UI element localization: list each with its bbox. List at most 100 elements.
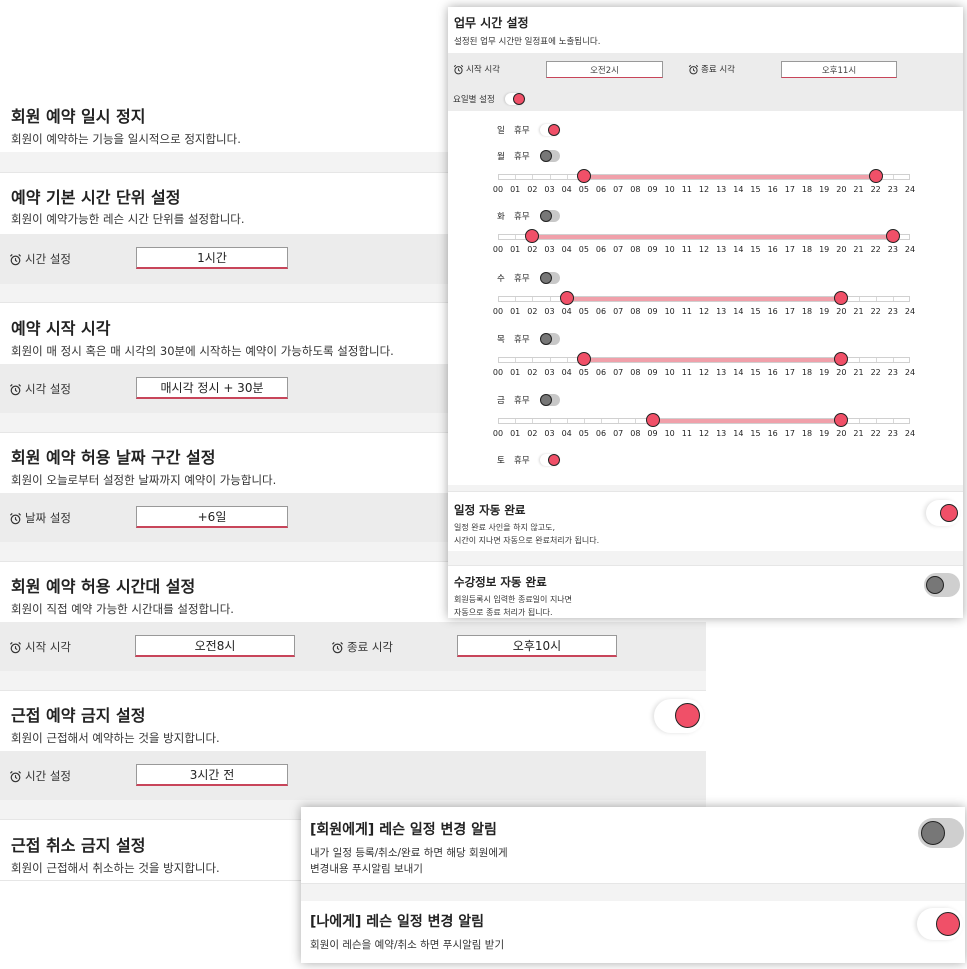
hour-slider-track[interactable]	[498, 418, 910, 424]
hour-tick-label: 13	[716, 429, 727, 438]
time-range-end-select[interactable]: 오후10시	[457, 635, 617, 657]
time-range-desc: 회원이 직접 예약 가능한 시간대를 설정합니다.	[11, 602, 234, 616]
hour-tick-label: 01	[510, 368, 521, 377]
toggle-knob	[540, 272, 552, 284]
hour-tick-label: 02	[527, 307, 538, 316]
slider-tick	[532, 419, 534, 423]
lesson-auto-complete-section: 수강정보 자동 완료 회원등록시 입력한 종료일이 지나면 자동으로 종료 처리…	[448, 565, 963, 618]
near-booking-select[interactable]: 3시간 전	[136, 764, 288, 786]
hour-tick-label: 22	[870, 185, 881, 194]
day-off-toggle[interactable]	[540, 124, 560, 136]
date-range-desc: 회원이 오늘로부터 설정한 날짜까지 예약이 가능합니다.	[11, 473, 277, 487]
slider-start-handle[interactable]	[576, 169, 591, 183]
alarm-clock-icon	[9, 641, 22, 653]
time-range-end-label-text: 종료 시각	[347, 640, 393, 654]
near-cancel-desc: 회원이 근접해서 취소하는 것을 방지합니다.	[11, 861, 220, 875]
slider-tick	[549, 419, 551, 423]
day-off-toggle[interactable]	[540, 272, 560, 284]
hour-tick-label: 06	[595, 368, 607, 377]
hour-tick-label: 18	[801, 307, 813, 316]
lesson-auto-complete-title: 수강정보 자동 완료	[454, 575, 547, 589]
alarm-clock-icon	[453, 64, 464, 74]
near-booking-label-text: 시간 설정	[25, 769, 71, 783]
slider-start-handle[interactable]	[525, 229, 540, 243]
hour-slider-track[interactable]	[498, 234, 910, 240]
date-range-select[interactable]: +6일	[136, 506, 288, 528]
hour-slider-track[interactable]	[498, 357, 910, 363]
hour-tick-label: 04	[561, 307, 572, 316]
per-day-toggle[interactable]	[505, 93, 525, 105]
hour-tick-label: 08	[630, 185, 641, 194]
hour-tick-label: 22	[870, 429, 881, 438]
hour-tick-label: 09	[647, 429, 658, 438]
auto-complete-toggle[interactable]	[926, 500, 960, 526]
work-end-select[interactable]: 오후11시	[781, 61, 897, 78]
hour-tick-label: 10	[664, 185, 675, 194]
work-hours-title: 업무 시간 설정	[454, 16, 529, 30]
hour-tick-label: 04	[561, 429, 572, 438]
start-select[interactable]: 매시각 정시 + 30분	[136, 377, 288, 399]
hour-tick-label: 13	[716, 307, 727, 316]
work-end-label: 종료 시각	[688, 63, 735, 75]
time-range-start-select[interactable]: 오전8시	[135, 635, 295, 657]
work-start-select[interactable]: 오전2시	[546, 61, 663, 78]
slider-end-handle[interactable]	[885, 229, 900, 243]
toggle-knob	[540, 333, 552, 345]
lesson-auto-complete-desc-2: 자동으로 종료 처리가 됩니다.	[454, 608, 553, 617]
notify-member-toggle[interactable]	[918, 818, 964, 848]
slider-tick	[892, 419, 894, 423]
slider-end-handle[interactable]	[834, 413, 849, 427]
hour-tick-label: 07	[613, 245, 624, 254]
slider-tick	[875, 358, 877, 362]
time-range-start-label: 시작 시각	[9, 639, 71, 655]
alarm-clock-icon	[9, 512, 22, 524]
day-off-toggle[interactable]	[540, 394, 560, 406]
unit-label: 시간 설정	[9, 251, 71, 267]
slider-end-handle[interactable]	[868, 169, 883, 183]
hour-tick-label: 16	[767, 245, 778, 254]
day-off-toggle[interactable]	[540, 210, 560, 222]
hour-tick-label: 01	[510, 185, 521, 194]
day-off-label: 휴무	[514, 396, 530, 406]
day-off-toggle[interactable]	[540, 150, 560, 162]
time-range-title: 회원 예약 허용 시간대 설정	[11, 577, 196, 596]
hour-tick-label: 10	[664, 368, 675, 377]
slider-end-handle[interactable]	[834, 352, 849, 366]
hour-tick-label: 01	[510, 245, 521, 254]
slider-tick	[601, 419, 602, 423]
hour-tick-label: 03	[544, 307, 555, 316]
unit-select[interactable]: 1시간	[136, 247, 288, 269]
slider-tick	[875, 297, 877, 301]
pause-desc: 회원이 예약하는 기능을 일시적으로 정지합니다.	[11, 132, 241, 146]
near-booking-toggle[interactable]	[654, 699, 704, 733]
hour-tick-label: 16	[767, 307, 778, 316]
hour-tick-label: 14	[733, 307, 744, 316]
slider-range-fill	[584, 175, 877, 179]
day-off-toggle[interactable]	[540, 454, 560, 466]
hour-tick-label: 11	[681, 245, 692, 254]
section-divider	[0, 671, 706, 690]
hour-tick-label: 00	[492, 245, 504, 254]
hour-slider-track[interactable]	[498, 174, 910, 180]
toggle-knob	[921, 821, 945, 845]
lesson-auto-complete-toggle[interactable]	[924, 573, 960, 597]
notify-member-desc-1: 내가 일정 등록/취소/완료 하면 해당 회원에게	[310, 847, 508, 859]
near-booking-row: 시간 설정 3시간 전	[0, 751, 706, 800]
hour-tick-label: 05	[578, 368, 589, 377]
slider-tick	[532, 297, 534, 301]
date-range-label: 날짜 설정	[9, 510, 71, 526]
slider-end-handle[interactable]	[834, 291, 849, 305]
slider-tick	[549, 358, 551, 362]
slider-start-handle[interactable]	[576, 352, 591, 366]
near-booking-title: 근접 예약 금지 설정	[11, 706, 146, 725]
notify-me-title: [나에게] 레슨 일정 변경 알림	[310, 914, 484, 930]
near-booking-section: 근접 예약 금지 설정 회원이 근접해서 예약하는 것을 방지합니다.	[0, 690, 706, 751]
day-off-toggle[interactable]	[540, 333, 560, 345]
toggle-knob	[513, 93, 525, 105]
slider-start-handle[interactable]	[645, 413, 660, 427]
near-cancel-title: 근접 취소 금지 설정	[11, 836, 146, 855]
notify-me-toggle[interactable]	[917, 908, 963, 940]
slider-start-handle[interactable]	[559, 291, 574, 305]
hour-tick-label: 12	[698, 185, 710, 194]
hour-tick-label: 03	[544, 245, 555, 254]
